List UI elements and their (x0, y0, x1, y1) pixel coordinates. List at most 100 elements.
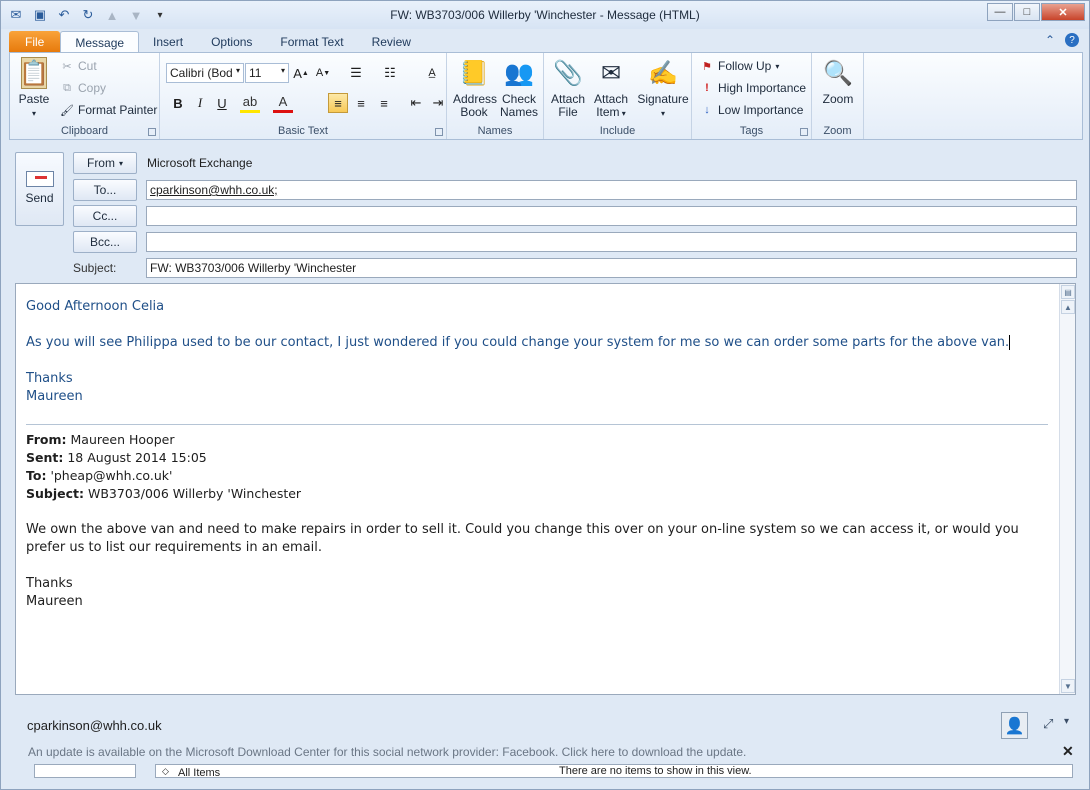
align-center-icon[interactable]: ≡ (351, 93, 371, 113)
to-field[interactable]: cparkinson@whh.co.uk; (146, 180, 1077, 200)
attach-file-button[interactable]: 📎 Attach File (548, 57, 588, 119)
styles-icon[interactable]: A̲ (422, 63, 442, 83)
title-bar: ✉ ▣ ↶ ↻ ▲ ▼ ▾ FW: WB3703/006 Willerby 'W… (1, 1, 1089, 29)
signature-name: Maureen (26, 389, 83, 404)
check-names-button[interactable]: 👥 Check Names (499, 57, 539, 119)
signature-button[interactable]: ✍ Signature ▾ (635, 57, 691, 120)
vertical-scrollbar[interactable]: ▤ ▲ ▼ (1059, 284, 1075, 694)
basic-text-launcher-icon[interactable] (435, 128, 443, 136)
message-line: As you will see Philippa used to be our … (26, 335, 1011, 350)
thanks: Thanks (26, 371, 73, 386)
format-painter-button[interactable]: 🖌 Format Painter (60, 103, 157, 117)
tab-options[interactable]: Options (197, 31, 266, 53)
send-button[interactable]: Send (15, 152, 64, 226)
ruler-toggle-icon[interactable]: ▤ (1061, 285, 1075, 299)
send-envelope-icon (25, 171, 54, 187)
message-content[interactable]: Good Afternoon Celia As you will see Phi… (26, 298, 1056, 629)
paste-button[interactable]: 📋 Paste ▾ (16, 57, 52, 120)
paste-label: Paste (18, 92, 50, 106)
check-names-icon: 👥 (504, 59, 534, 87)
activity-list[interactable]: ◇ All Items There are no items to show i… (155, 764, 1073, 779)
high-importance-button[interactable]: ! High Importance (700, 81, 806, 95)
avatar[interactable]: 👤 (1001, 712, 1028, 739)
bcc-button[interactable]: Bcc... (73, 231, 137, 253)
help-icon[interactable]: ? (1065, 33, 1079, 47)
numbering-icon[interactable]: ☷ (380, 63, 400, 83)
grow-font-icon[interactable]: A ▲ (291, 63, 311, 83)
to-button[interactable]: To... (73, 179, 137, 201)
follow-up-button[interactable]: ⚑ Follow Up ▾ (700, 59, 779, 73)
forward-sent: Sent: 18 August 2014 15:05 (26, 450, 207, 465)
people-list-box[interactable] (34, 764, 136, 778)
font-size-combo[interactable]: 11 ▾ (245, 63, 289, 83)
scissors-icon: ✂ (62, 60, 72, 73)
signature-icon: ✍ (648, 59, 678, 87)
address-book-icon: 📒 (459, 59, 489, 87)
bullets-icon[interactable]: ☰ (346, 63, 366, 83)
cc-field[interactable] (146, 206, 1077, 226)
from-button[interactable]: From ▾ (73, 152, 137, 174)
ribbon: 📋 Paste ▾ ✂ Cut ⧉ Copy 🖌 Format Painter C… (9, 52, 1083, 140)
low-importance-button[interactable]: ↓ Low Importance (700, 103, 803, 117)
include-group: 📎 Attach File ✉ Attach Item ▾ ✍ Signatur… (544, 53, 692, 139)
tags-group-label: Tags (739, 125, 764, 137)
tags-group: ⚑ Follow Up ▾ ! High Importance ↓ Low Imp… (692, 53, 812, 139)
align-left-icon[interactable]: ≡ (328, 93, 348, 113)
underline-icon[interactable]: U (212, 93, 232, 113)
all-items-icon: ◇ (162, 766, 169, 776)
window-title: FW: WB3703/006 Willerby 'Winchester - Me… (390, 8, 700, 22)
forward-thanks: Thanks (26, 576, 73, 591)
zoom-button[interactable]: 🔍 Zoom (818, 57, 858, 106)
bcc-field[interactable] (146, 232, 1077, 252)
shrink-font-icon[interactable]: A ▼ (313, 63, 333, 83)
font-color-icon[interactable]: A (273, 93, 293, 113)
high-importance-icon: ! (705, 82, 709, 94)
subject-field[interactable]: FW: WB3703/006 Willerby 'Winchester (146, 258, 1077, 278)
cut-button[interactable]: ✂ Cut (60, 59, 96, 73)
expand-people-pane-icon[interactable]: ⤢ (1043, 716, 1053, 732)
collapse-people-pane-icon[interactable]: ▾ (1064, 716, 1069, 727)
tab-format-text[interactable]: Format Text (266, 31, 357, 53)
close-button[interactable]: ✕ (1041, 3, 1085, 21)
decrease-indent-icon[interactable]: ⇤ (406, 93, 426, 113)
forward-body: We own the above van and need to make re… (26, 522, 1019, 555)
tab-review[interactable]: Review (358, 31, 425, 53)
message-body[interactable]: Good Afternoon Celia As you will see Phi… (15, 283, 1076, 695)
bold-icon[interactable]: B (168, 93, 188, 113)
update-notification[interactable]: An update is available on the Microsoft … (28, 745, 746, 759)
flag-icon: ⚑ (702, 60, 712, 73)
zoom-group-label: Zoom (823, 125, 852, 137)
tab-message[interactable]: Message (60, 31, 140, 53)
people-pane: cparkinson@whh.co.uk 👤 ⤢ ▾ An update is … (15, 701, 1076, 787)
scroll-down-icon[interactable]: ▼ (1061, 679, 1075, 693)
dismiss-update-icon[interactable]: ✕ (1062, 743, 1074, 760)
clipboard-launcher-icon[interactable] (148, 128, 156, 136)
window-controls: — □ ✕ (987, 3, 1085, 21)
text-cursor (1009, 335, 1011, 350)
forward-from: From: Maureen Hooper (26, 432, 175, 447)
no-items-message: There are no items to show in this view. (559, 765, 752, 777)
attach-item-button[interactable]: ✉ Attach Item ▾ (590, 57, 632, 120)
ribbon-tabs: File Message Insert Options Format Text … (9, 29, 425, 53)
tab-insert[interactable]: Insert (139, 31, 197, 53)
tab-file[interactable]: File (9, 31, 61, 53)
scroll-up-icon[interactable]: ▲ (1061, 300, 1075, 314)
cc-button[interactable]: Cc... (73, 205, 137, 227)
italic-icon[interactable]: I (190, 93, 210, 113)
address-book-button[interactable]: 📒 Address Book (453, 57, 497, 119)
font-name-combo[interactable]: Calibri (Bod ▾ (166, 63, 244, 83)
copy-button[interactable]: ⧉ Copy (60, 81, 106, 95)
names-group-label: Names (477, 125, 513, 137)
to-recipient[interactable]: cparkinson@whh.co.uk; (150, 183, 278, 197)
format-painter-icon: 🖌 (60, 104, 74, 117)
all-items-filter[interactable]: All Items (178, 767, 220, 779)
tags-launcher-icon[interactable] (800, 128, 808, 136)
include-group-label: Include (599, 125, 636, 137)
align-right-icon[interactable]: ≡ (374, 93, 394, 113)
increase-indent-icon[interactable]: ⇥ (428, 93, 448, 113)
minimize-ribbon-icon[interactable]: ⌃ (1045, 33, 1055, 47)
clipboard-group: 📋 Paste ▾ ✂ Cut ⧉ Copy 🖌 Format Painter C… (10, 53, 160, 139)
highlight-icon[interactable]: ab (240, 93, 260, 113)
maximize-button[interactable]: □ (1014, 3, 1040, 21)
minimize-button[interactable]: — (987, 3, 1013, 21)
